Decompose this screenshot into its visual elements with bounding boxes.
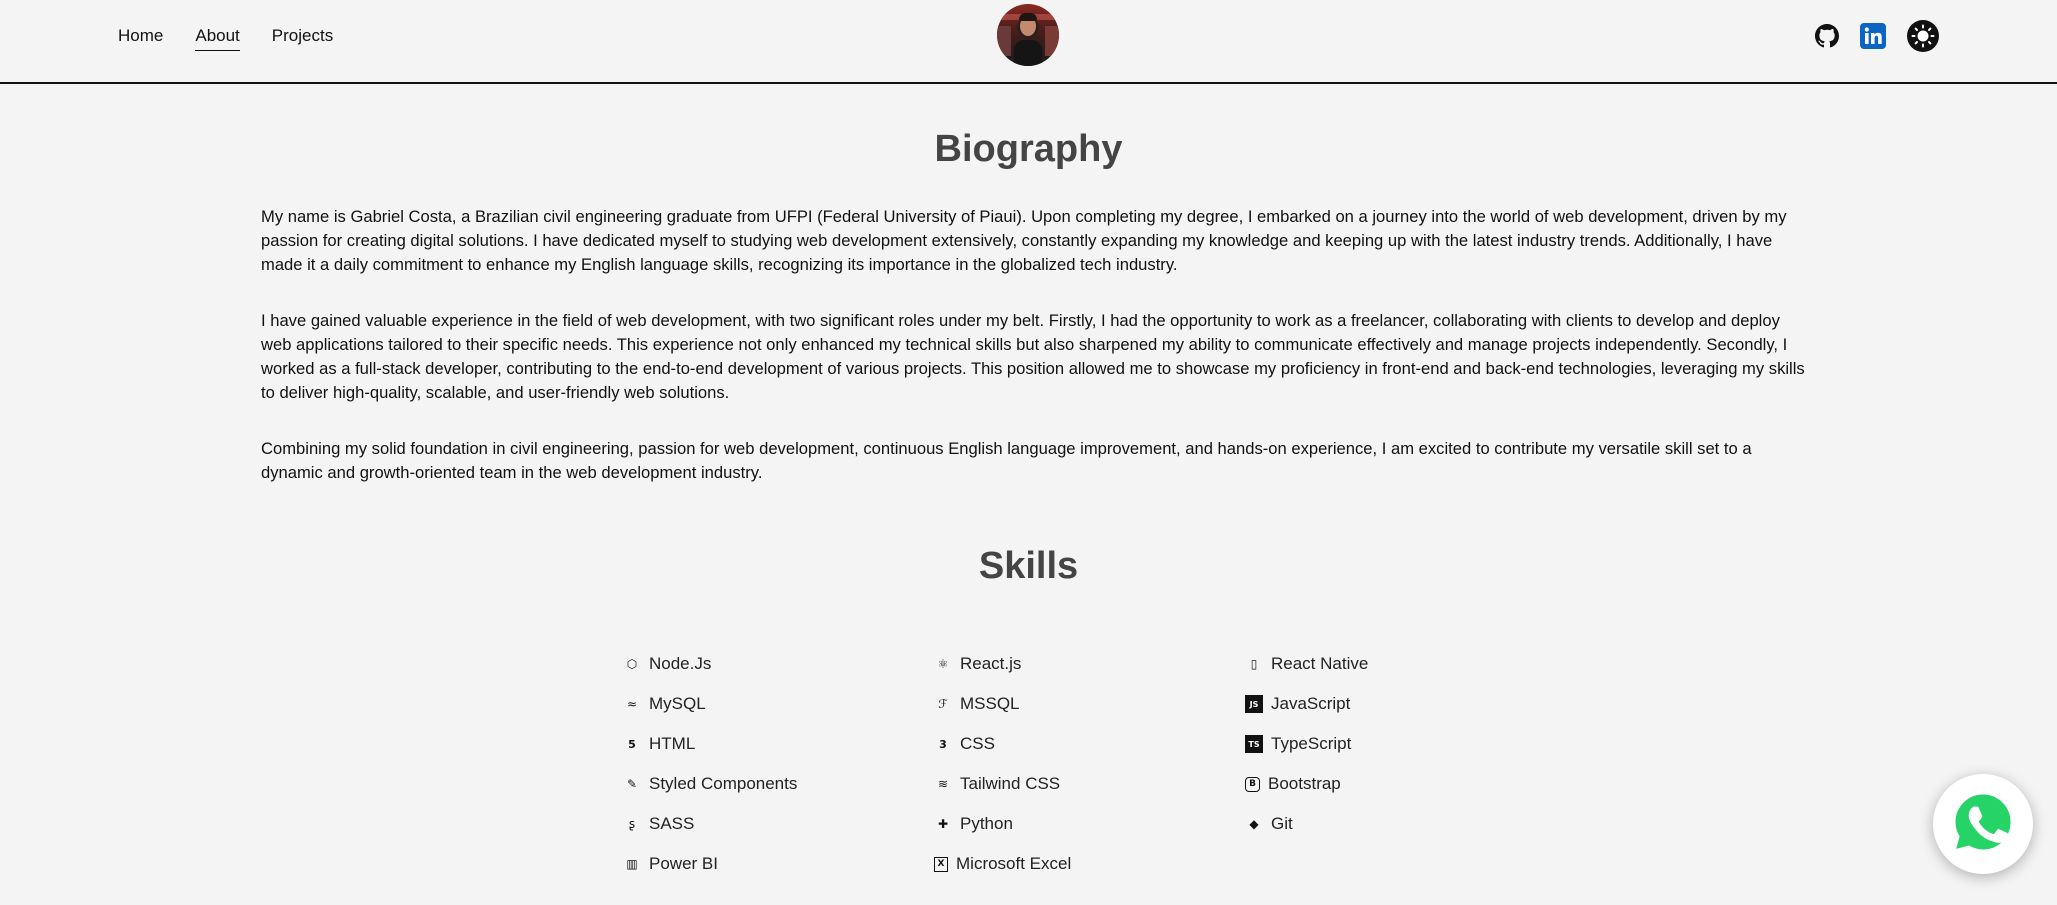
site-header: Home About Projects bbox=[0, 0, 2057, 84]
skill-label: React Native bbox=[1271, 654, 1369, 673]
skill-label: Git bbox=[1271, 814, 1293, 833]
skill-item: JS JavaScript bbox=[1245, 692, 1556, 716]
skill-label: Node.Js bbox=[649, 654, 712, 673]
theme-toggle-icon[interactable] bbox=[1907, 20, 1939, 52]
skill-item: ▯ React Native bbox=[1245, 652, 1556, 676]
skills-title: Skills bbox=[978, 545, 1079, 587]
bootstrap-icon: B bbox=[1245, 776, 1260, 792]
powerbi-icon: ▥ bbox=[626, 857, 638, 871]
skill-label: MySQL bbox=[649, 694, 706, 713]
skill-item: ✚ Python bbox=[934, 812, 1245, 836]
skill-label: Python bbox=[960, 814, 1013, 833]
skill-item: 5 HTML bbox=[623, 732, 934, 756]
sass-icon: ʂ bbox=[628, 817, 636, 831]
python-icon: ✚ bbox=[937, 817, 949, 831]
git-icon: ◆ bbox=[1249, 817, 1259, 831]
skill-item: X Microsoft Excel bbox=[934, 852, 1245, 876]
css-icon: 3 bbox=[939, 737, 947, 751]
styled-components-icon: ✎ bbox=[626, 777, 638, 791]
bio-paragraph: Combining my solid foundation in civil e… bbox=[261, 439, 1752, 482]
bio-paragraph: My name is Gabriel Costa, a Brazilian ci… bbox=[261, 207, 1787, 274]
html-icon: 5 bbox=[628, 737, 636, 751]
whatsapp-button[interactable] bbox=[1933, 774, 2033, 874]
header-icons bbox=[1815, 20, 1939, 52]
mssql-icon: ℱ bbox=[938, 697, 948, 711]
typescript-icon: TS bbox=[1245, 735, 1263, 753]
skill-item: ✎ Styled Components bbox=[623, 772, 934, 796]
skill-label: MSSQL bbox=[960, 694, 1020, 713]
nav-projects-link[interactable]: Projects bbox=[272, 24, 333, 51]
skill-label: Power BI bbox=[649, 854, 718, 873]
skill-label: Styled Components bbox=[649, 774, 798, 793]
skill-item: ʂ SASS bbox=[623, 812, 934, 836]
linkedin-icon[interactable] bbox=[1860, 23, 1886, 49]
whatsapp-icon bbox=[1950, 789, 2016, 860]
skill-item: ℱ MSSQL bbox=[934, 692, 1245, 716]
skill-label: JavaScript bbox=[1271, 694, 1351, 713]
skill-label: SASS bbox=[649, 814, 695, 833]
skill-item: 3 CSS bbox=[934, 732, 1245, 756]
mysql-icon: ≈ bbox=[626, 697, 638, 711]
tailwind-icon: ≋ bbox=[937, 777, 949, 791]
skill-item: B Bootstrap bbox=[1245, 772, 1556, 796]
avatar[interactable] bbox=[997, 4, 1059, 66]
skill-item: ≈ MySQL bbox=[623, 692, 934, 716]
skill-label: HTML bbox=[649, 734, 696, 753]
skill-item: TS TypeScript bbox=[1245, 732, 1556, 756]
skill-item: ⚛ React.js bbox=[934, 652, 1245, 676]
skill-label: CSS bbox=[960, 734, 995, 753]
github-icon[interactable] bbox=[1815, 24, 1839, 48]
skill-label: TypeScript bbox=[1271, 734, 1352, 753]
skill-label: Microsoft Excel bbox=[956, 854, 1072, 873]
skills-grid: ⬡ Node.Js ⚛ React.js ▯ React Native ≈ MySQL … bbox=[623, 652, 1556, 876]
skill-item: ▥ Power BI bbox=[623, 852, 934, 876]
react-icon: ⚛ bbox=[937, 657, 949, 671]
nav-about-link[interactable]: About bbox=[195, 24, 240, 51]
skill-item: ≋ Tailwind CSS bbox=[934, 772, 1245, 796]
skill-label: React.js bbox=[960, 654, 1022, 673]
skill-item: ⬡ Node.Js bbox=[623, 652, 934, 676]
mobile-icon: ▯ bbox=[1250, 657, 1258, 671]
skill-label: Bootstrap bbox=[1268, 774, 1341, 793]
skill-label: Tailwind CSS bbox=[960, 774, 1061, 793]
main-nav: Home About Projects bbox=[118, 24, 333, 51]
biography-title: Biography bbox=[934, 128, 1123, 170]
nav-home-link[interactable]: Home bbox=[118, 24, 163, 51]
nodejs-icon: ⬡ bbox=[626, 657, 638, 671]
bio-paragraph: I have gained valuable experience in the… bbox=[261, 311, 1805, 402]
excel-icon: X bbox=[934, 856, 948, 872]
javascript-icon: JS bbox=[1245, 695, 1263, 713]
skill-item: ◆ Git bbox=[1245, 812, 1556, 836]
